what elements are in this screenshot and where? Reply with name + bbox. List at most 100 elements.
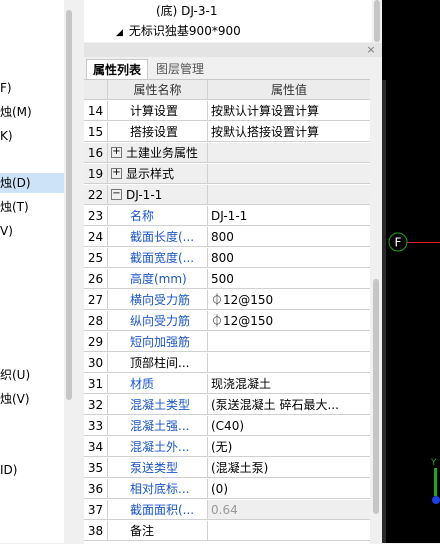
menu-item[interactable]: F) xyxy=(0,78,12,98)
row-number: 14 xyxy=(84,101,108,121)
menu-item-selected[interactable]: 烛(D) xyxy=(0,173,64,193)
property-value[interactable]: ⏀12@150 xyxy=(208,290,370,310)
property-name: 名称 xyxy=(108,206,208,226)
menu-scrollbar[interactable] xyxy=(64,0,74,543)
tree-expand-icon[interactable]: ◢ xyxy=(116,28,123,38)
property-value[interactable]: 按默认搭接设置计算 xyxy=(208,122,370,142)
header-num-corner xyxy=(84,80,108,100)
grid-scrollbar[interactable] xyxy=(370,79,382,543)
menu-item[interactable]: 烛(M) xyxy=(0,102,32,122)
collapse-icon[interactable]: − xyxy=(111,189,122,200)
row-number: 15 xyxy=(84,122,108,142)
property-value[interactable]: DJ-1-1 xyxy=(208,206,370,226)
property-value[interactable]: 500 xyxy=(208,269,370,289)
row-number: 19 xyxy=(84,164,108,184)
property-value[interactable]: ⏀12@150 xyxy=(208,311,370,331)
property-value[interactable]: 0.64 xyxy=(208,500,370,520)
row-number: 24 xyxy=(84,227,108,247)
property-name: + 土建业务属性 xyxy=(108,143,208,163)
tree-item-label: 无标识独基900*900 xyxy=(128,24,241,38)
property-value[interactable]: (0) xyxy=(208,479,370,499)
tree-item[interactable]: (底) DJ-3-1 xyxy=(156,1,217,21)
row-number: 26 xyxy=(84,269,108,289)
tab-property-list[interactable]: 属性列表 xyxy=(86,59,149,80)
menu-item[interactable]: 烛(V) xyxy=(0,389,30,409)
close-icon[interactable]: × xyxy=(364,43,378,57)
menu-item[interactable]: V) xyxy=(0,221,13,241)
property-name: 混凝土类型 xyxy=(108,395,208,415)
row-number: 29 xyxy=(84,332,108,352)
menu-item[interactable]: ID) xyxy=(0,460,17,480)
row-number: 37 xyxy=(84,500,108,520)
property-value[interactable] xyxy=(208,521,370,541)
property-name: 备注 xyxy=(108,521,208,541)
axis-marker-label: F xyxy=(395,236,402,250)
component-tree: (底) DJ-3-1 ◢ 无标识独基900*900 xyxy=(84,0,382,42)
property-name: 混凝土外... xyxy=(108,437,208,457)
property-value[interactable] xyxy=(208,185,370,205)
property-name: 横向受力筋 xyxy=(108,290,208,310)
axis-marker-icon[interactable]: F xyxy=(388,232,408,252)
property-name: 高度(mm) xyxy=(108,269,208,289)
property-name: − DJ-1-1 xyxy=(108,185,208,205)
property-name: 纵向受力筋 xyxy=(108,311,208,331)
property-name: 截面长度(... xyxy=(108,227,208,247)
scroll-thumb[interactable] xyxy=(374,0,380,42)
header-name[interactable]: 属性名称 xyxy=(108,80,208,100)
property-grid: 属性名称 属性值 14 计算设置 按默认计算设置计算 15 搭接设置 按默认搭接设置计算 1… xyxy=(84,79,370,544)
property-panel: × 属性列表 图层管理 属性名称 属性值 14 计算设置 按默认计算设置计算 15 搭接… xyxy=(84,43,382,544)
menu-item[interactable]: 织(U) xyxy=(0,365,30,385)
property-name: 顶部柱间... xyxy=(108,353,208,373)
panel-title-bar: × xyxy=(84,43,382,57)
property-value[interactable] xyxy=(208,353,370,373)
menu-item[interactable]: 烛(T) xyxy=(0,197,29,217)
property-value[interactable]: (无) xyxy=(208,437,370,457)
panel-tabs: 属性列表 图层管理 xyxy=(84,57,382,80)
property-name: 截面面积(... xyxy=(108,500,208,520)
menu-item[interactable]: K) xyxy=(0,126,13,146)
row-number: 34 xyxy=(84,437,108,457)
row-number: 23 xyxy=(84,206,108,226)
row-number: 33 xyxy=(84,416,108,436)
property-name: 泵送类型 xyxy=(108,458,208,478)
property-name: 计算设置 xyxy=(108,101,208,121)
group-label: DJ-1-1 xyxy=(126,188,163,202)
property-value[interactable]: (混凝土泵) xyxy=(208,458,370,478)
property-value[interactable] xyxy=(208,143,370,163)
expand-icon[interactable]: + xyxy=(111,147,122,158)
row-number: 27 xyxy=(84,290,108,310)
viewport-edge xyxy=(382,80,386,543)
property-name: 搭接设置 xyxy=(108,122,208,142)
scroll-thumb[interactable] xyxy=(373,279,379,514)
property-value[interactable]: 现浇混凝土 xyxy=(208,374,370,394)
property-name: + 显示样式 xyxy=(108,164,208,184)
property-value[interactable] xyxy=(208,332,370,352)
property-name: 短向加强筋 xyxy=(108,332,208,352)
row-number: 31 xyxy=(84,374,108,394)
property-value[interactable]: 按默认计算设置计算 xyxy=(208,101,370,121)
ucs-axes-icon: Y xyxy=(430,458,440,504)
tree-scrollbar[interactable] xyxy=(372,0,382,42)
tab-layer-management[interactable]: 图层管理 xyxy=(150,59,210,79)
row-number: 22 xyxy=(84,185,108,205)
row-number: 16 xyxy=(84,143,108,163)
group-label: 显示样式 xyxy=(126,167,175,181)
header-value[interactable]: 属性值 xyxy=(208,80,370,100)
row-number: 35 xyxy=(84,458,108,478)
property-value[interactable]: 800 xyxy=(208,227,370,247)
property-value[interactable]: (泵送混凝土 碎石最大... xyxy=(208,395,370,415)
axis-y-label: Y xyxy=(430,458,437,468)
row-number: 32 xyxy=(84,395,108,415)
property-value[interactable]: (C40) xyxy=(208,416,370,436)
tree-item[interactable]: ◢ 无标识独基900*900 xyxy=(116,21,241,41)
main-menu-clipped: F) 烛(M) K) 烛(D) 烛(T) V) 织(U) 烛(V) ID) xyxy=(0,0,64,543)
property-name: 材质 xyxy=(108,374,208,394)
expand-icon[interactable]: + xyxy=(111,168,122,179)
group-label: 土建业务属性 xyxy=(126,146,199,160)
property-value[interactable]: 800 xyxy=(208,248,370,268)
drawing-viewport[interactable]: F Y xyxy=(382,0,440,543)
property-name: 相对底标... xyxy=(108,479,208,499)
row-number: 28 xyxy=(84,311,108,331)
scroll-thumb[interactable] xyxy=(66,10,72,400)
property-value[interactable] xyxy=(208,164,370,184)
